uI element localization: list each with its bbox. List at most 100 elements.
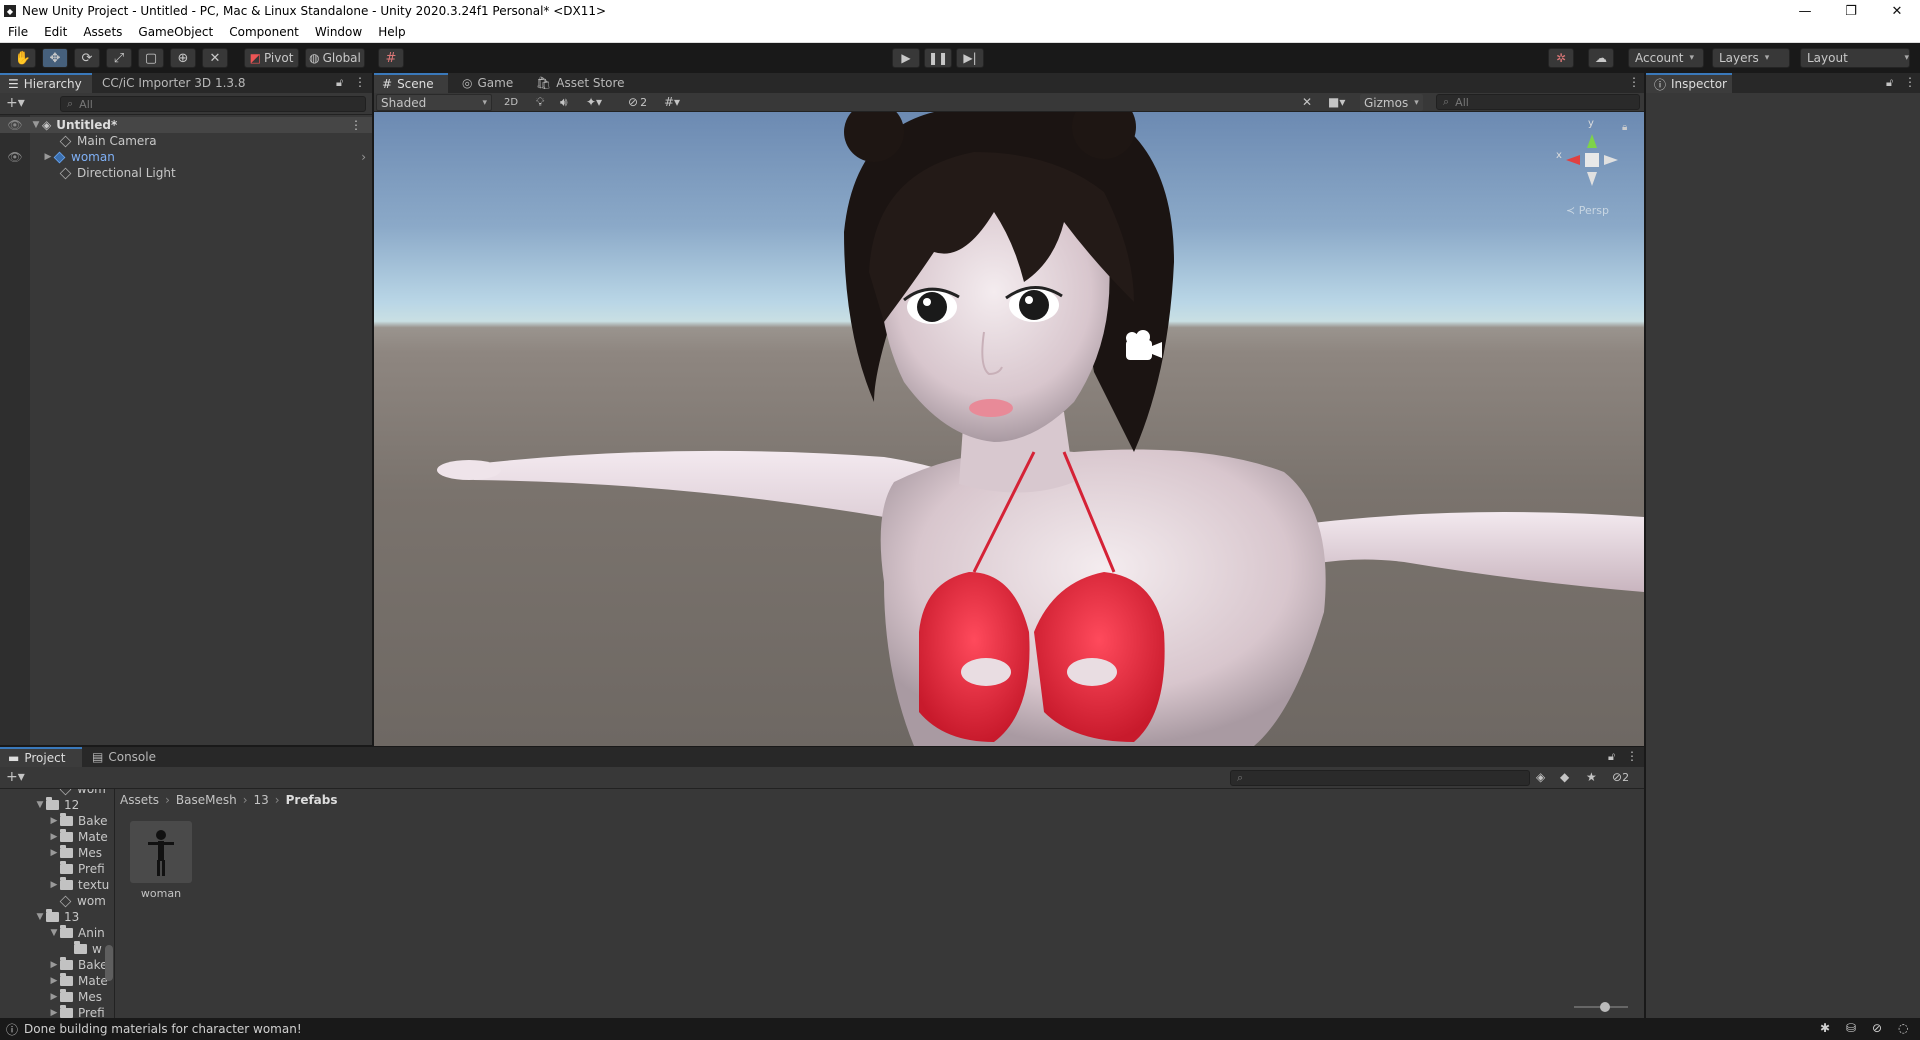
chevron-down-icon[interactable]: ▼ bbox=[34, 912, 46, 922]
menu-window[interactable]: Window bbox=[307, 25, 370, 39]
tab-asset-store[interactable]: 🛍︎ Asset Store bbox=[528, 73, 633, 93]
breadcrumb-item[interactable]: 13 bbox=[254, 793, 269, 807]
tree-scrollbar[interactable] bbox=[105, 795, 113, 1015]
effects-icon[interactable]: ✦▾ bbox=[586, 95, 602, 109]
lock-icon[interactable]: 🔓︎ bbox=[1608, 750, 1615, 764]
cache-server-icon[interactable]: ⛁ bbox=[1846, 1021, 1856, 1035]
chevron-right-icon[interactable]: ▶ bbox=[48, 832, 60, 842]
chevron-right-icon[interactable]: ▶ bbox=[48, 848, 60, 858]
tab-project[interactable]: ▬ Project bbox=[0, 747, 82, 767]
lock-icon[interactable]: 🔓︎ bbox=[1886, 76, 1893, 90]
folder-tree-item[interactable]: ▶ Mes bbox=[48, 989, 102, 1005]
kebab-menu-icon[interactable]: ⋮ bbox=[354, 75, 366, 89]
scene-menu-icon[interactable]: ⋮ bbox=[350, 118, 362, 132]
tree-scrollbar-thumb[interactable] bbox=[105, 945, 113, 981]
toggle-2d-button[interactable]: 2D bbox=[498, 94, 524, 111]
folder-tree-item[interactable]: wom bbox=[48, 893, 106, 909]
menu-assets[interactable]: Assets bbox=[75, 25, 130, 39]
breadcrumb-item[interactable]: Prefabs bbox=[286, 793, 338, 807]
audio-speaker-icon[interactable]: 🔊︎ bbox=[560, 95, 568, 110]
expand-arrow-icon[interactable]: ▼ bbox=[30, 120, 42, 130]
hierarchy-search-input[interactable]: ⌕ All bbox=[60, 96, 366, 112]
folder-tree-item[interactable]: w bbox=[62, 941, 102, 957]
search-by-label-icon[interactable]: ◆ bbox=[1560, 770, 1569, 784]
transform-tool-button[interactable]: ⊕ bbox=[170, 48, 196, 68]
lighting-bulb-icon[interactable]: 💡︎ bbox=[536, 95, 544, 110]
chevron-right-icon[interactable]: ▶ bbox=[48, 1008, 60, 1018]
folder-tree-item[interactable]: Prefi bbox=[48, 861, 105, 877]
global-toggle[interactable]: ◍ Global bbox=[305, 48, 365, 68]
shading-mode-dropdown[interactable]: Shaded bbox=[376, 94, 492, 111]
pause-button[interactable]: ❚❚ bbox=[924, 48, 952, 68]
close-button[interactable]: ✕ bbox=[1874, 0, 1920, 22]
step-button[interactable]: ▶| bbox=[956, 48, 984, 68]
breadcrumb-item[interactable]: BaseMesh bbox=[176, 793, 237, 807]
folder-tree-item[interactable]: ▶ Mate bbox=[48, 973, 108, 989]
grid-toggle-icon[interactable]: #▾ bbox=[664, 95, 680, 109]
folder-tree-item[interactable]: ▶ Mate bbox=[48, 829, 108, 845]
tab-game[interactable]: ◎ Game bbox=[454, 73, 521, 93]
add-icon[interactable]: +▾ bbox=[6, 769, 25, 785]
folder-tree-item[interactable]: ▶ Bake bbox=[48, 957, 108, 973]
cloud-button[interactable]: ☁ bbox=[1588, 48, 1614, 68]
project-search-input[interactable]: ⌕ bbox=[1230, 770, 1530, 786]
folder-tree-item[interactable]: ▶ Bake bbox=[48, 813, 108, 829]
restore-button[interactable]: ❐ bbox=[1828, 0, 1874, 22]
tab-cc-importer[interactable]: CC/iC Importer 3D 1.3.8 bbox=[94, 73, 254, 93]
gizmos-dropdown[interactable]: Gizmos bbox=[1360, 94, 1423, 111]
folder-tree-item[interactable]: ▼ Anin bbox=[48, 925, 105, 941]
folder-tree-item[interactable]: ▶ textu bbox=[48, 877, 109, 893]
bug-icon[interactable]: ✱ bbox=[1820, 1021, 1830, 1035]
thumbnail-size-slider[interactable] bbox=[1574, 1002, 1628, 1012]
tab-scene[interactable]: # Scene bbox=[374, 73, 448, 93]
play-button[interactable]: ▶ bbox=[892, 48, 920, 68]
minimize-button[interactable]: — bbox=[1782, 0, 1828, 22]
lock-icon[interactable]: 🔓︎ bbox=[336, 76, 343, 90]
status-message[interactable]: Done building materials for character wo… bbox=[24, 1022, 302, 1036]
chevron-right-icon[interactable]: ▶ bbox=[48, 976, 60, 986]
visibility-eye-icon[interactable]: 👁︎ bbox=[0, 150, 30, 164]
chevron-right-icon[interactable]: ▶ bbox=[48, 992, 60, 1002]
hierarchy-item-main-camera[interactable]: Main Camera bbox=[59, 133, 157, 149]
pivot-toggle[interactable]: ◩ Pivot bbox=[244, 48, 299, 68]
menu-component[interactable]: Component bbox=[221, 25, 307, 39]
hidden-objects-toggle[interactable]: ⊘ 2 bbox=[628, 95, 647, 109]
account-dropdown[interactable]: Account bbox=[1628, 48, 1704, 68]
visibility-eye-icon[interactable]: 👁︎ bbox=[0, 118, 30, 132]
hierarchy-item-woman[interactable]: 👁︎ ▶ woman › bbox=[0, 149, 372, 165]
search-by-type-icon[interactable]: ◈ bbox=[1536, 770, 1545, 784]
move-tool-button[interactable]: ✥ bbox=[42, 48, 68, 68]
tab-hierarchy[interactable]: ☰ Hierarchy bbox=[0, 73, 92, 93]
menu-gameobject[interactable]: GameObject bbox=[130, 25, 221, 39]
projection-label[interactable]: ≺ Persp bbox=[1566, 204, 1609, 217]
open-prefab-arrow-icon[interactable]: › bbox=[361, 150, 366, 164]
folder-tree-item[interactable]: ▼ 12 bbox=[34, 797, 79, 813]
hierarchy-item-directional-light[interactable]: Directional Light bbox=[59, 165, 176, 181]
folder-tree-item[interactable]: ▶ Prefi bbox=[48, 1005, 105, 1018]
layout-dropdown[interactable]: Layout bbox=[1800, 48, 1910, 68]
layers-dropdown[interactable]: Layers bbox=[1712, 48, 1790, 68]
chevron-right-icon[interactable]: ▶ bbox=[48, 960, 60, 970]
progress-check-icon[interactable]: ◌ bbox=[1898, 1021, 1908, 1035]
camera-settings-icon[interactable]: ■▾ bbox=[1328, 95, 1345, 109]
folder-tree-item[interactable]: ▼ 13 bbox=[34, 909, 79, 925]
custom-tool-button[interactable]: ✕ bbox=[202, 48, 228, 68]
tools-icon[interactable]: ✕ bbox=[1302, 95, 1312, 109]
kebab-menu-icon[interactable]: ⋮ bbox=[1626, 749, 1638, 763]
tab-console[interactable]: ▤ Console bbox=[84, 747, 164, 767]
menu-file[interactable]: File bbox=[0, 25, 36, 39]
tab-inspector[interactable]: ⓘ Inspector bbox=[1646, 73, 1732, 93]
favorite-star-icon[interactable]: ★ bbox=[1586, 770, 1597, 784]
scene-search-input[interactable]: ⌕ All bbox=[1436, 94, 1640, 110]
hand-tool-button[interactable]: ✋ bbox=[10, 48, 36, 68]
snap-settings-button[interactable]: # bbox=[378, 48, 404, 68]
scene-viewport[interactable]: y x 🔒︎ ≺ Persp bbox=[374, 112, 1644, 746]
rect-tool-button[interactable]: ▢ bbox=[138, 48, 164, 68]
kebab-menu-icon[interactable]: ⋮ bbox=[1904, 75, 1916, 89]
menu-edit[interactable]: Edit bbox=[36, 25, 75, 39]
kebab-menu-icon[interactable]: ⋮ bbox=[1628, 75, 1640, 89]
folder-tree-item[interactable]: ▶ Mes bbox=[48, 845, 102, 861]
chevron-right-icon[interactable]: ▶ bbox=[48, 880, 60, 890]
breadcrumb-item[interactable]: Assets bbox=[120, 793, 159, 807]
collab-button[interactable]: ✲ bbox=[1548, 48, 1574, 68]
